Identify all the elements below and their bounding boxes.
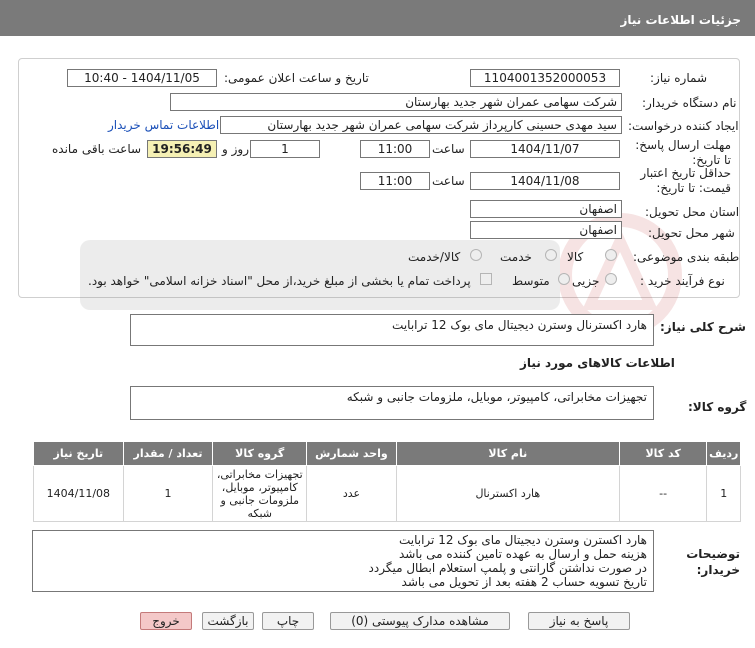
city-label: شهر محل تحویل: bbox=[648, 226, 735, 240]
days-label: روز و bbox=[222, 142, 249, 156]
attachments-button[interactable]: مشاهده مدارک پیوستی (0) bbox=[330, 612, 510, 630]
reply-deadline-label: مهلت ارسال پاسخ: تا تاریخ: bbox=[635, 138, 731, 167]
reply-time-label: ساعت bbox=[432, 142, 465, 156]
cell-name: هارد اکسترنال bbox=[395, 465, 620, 522]
process-type-label: نوع فرآیند خرید : bbox=[640, 274, 725, 288]
cell-code: -- bbox=[618, 465, 708, 522]
buyer-note-line: هارد اکسترن وسترن دیجیتال مای بوک 12 ترا… bbox=[398, 533, 647, 547]
cell-date: 1404/11/08 bbox=[33, 465, 124, 522]
category-goods-service-label: کالا/خدمت bbox=[408, 250, 461, 264]
buyer-org-field: شرکت سهامی عمران شهر جدید بهارستان bbox=[170, 93, 622, 111]
validity-time-label: ساعت bbox=[432, 174, 465, 188]
announce-date-field: 1404/11/05 - 10:40 bbox=[67, 69, 217, 87]
need-number-field: 1104001352000053 bbox=[470, 69, 620, 87]
col-name: نام کالا bbox=[395, 441, 620, 466]
page-header: جزئیات اطلاعات نیاز bbox=[0, 0, 755, 36]
goods-group-label: گروه کالا: bbox=[688, 400, 747, 414]
buyer-note-line: هزینه حمل و ارسال به عهده تامین کننده می… bbox=[398, 547, 647, 561]
summary-label: شرح کلی نیاز: bbox=[660, 320, 746, 334]
cell-qty: 1 bbox=[122, 465, 214, 522]
back-button[interactable]: بازگشت bbox=[202, 612, 254, 630]
exit-button[interactable]: خروج bbox=[140, 612, 192, 630]
cell-group: تجهیزات مخابراتی، کامپیوتر، موبایل، ملزو… bbox=[212, 465, 308, 522]
reply-time-field: 11:00 bbox=[360, 140, 430, 158]
creator-label: ایجاد کننده درخواست: bbox=[628, 119, 739, 133]
need-number-label: شماره نیاز: bbox=[650, 71, 707, 85]
page-title: جزئیات اطلاعات نیاز bbox=[620, 13, 741, 27]
process-medium-radio[interactable] bbox=[558, 273, 570, 285]
col-group: گروه کالا bbox=[212, 441, 308, 466]
remaining-time-field: 19:56:49 bbox=[147, 140, 217, 158]
reply-date-field: 1404/11/07 bbox=[470, 140, 620, 158]
process-minor-radio[interactable] bbox=[605, 273, 617, 285]
summary-textarea: هارد اکسترنال وسترن دیجیتال مای بوک 12 ت… bbox=[130, 314, 654, 346]
col-unit: واحد شمارش bbox=[306, 441, 397, 466]
goods-group-text: تجهیزات مخابراتی، کامپیوتر، موبایل، ملزو… bbox=[346, 390, 647, 404]
goods-table-header: ردیف کد کالا نام کالا واحد شمارش گروه کا… bbox=[33, 441, 741, 466]
category-goods-service-radio[interactable] bbox=[470, 249, 482, 261]
announce-date-label: تاریخ و ساعت اعلان عمومی: bbox=[224, 71, 369, 85]
days-field: 1 bbox=[250, 140, 320, 158]
cell-unit: عدد bbox=[306, 465, 397, 522]
validity-date-field: 1404/11/08 bbox=[470, 172, 620, 190]
treasury-payment-note: پرداخت تمام یا بخشی از مبلغ خرید،از محل … bbox=[88, 274, 471, 288]
buyer-note-line: در صورت نداشتن گارانتی و پلمپ استعلام اب… bbox=[368, 561, 647, 575]
city-field: اصفهان bbox=[470, 221, 622, 239]
price-validity-label: حداقل تاریخ اعتبار قیمت: تا تاریخ: bbox=[640, 166, 731, 195]
table-row: 1 -- هارد اکسترنال عدد تجهیزات مخابراتی،… bbox=[33, 465, 741, 522]
cell-row: 1 bbox=[706, 465, 741, 522]
category-label: طبقه بندی موضوعی: bbox=[633, 250, 740, 264]
reply-button[interactable]: پاسخ به نیاز bbox=[528, 612, 630, 630]
col-qty: تعداد / مقدار bbox=[122, 441, 214, 466]
goods-table: ردیف کد کالا نام کالا واحد شمارش گروه کا… bbox=[33, 441, 741, 522]
category-goods-label: کالا bbox=[567, 250, 584, 264]
buyer-org-label: نام دستگاه خریدار: bbox=[642, 96, 737, 110]
creator-field: سید مهدی حسینی کارپرداز شرکت سهامی عمران… bbox=[220, 116, 622, 134]
buyer-notes-label: توضیحات خریدار: bbox=[686, 547, 740, 577]
col-row: ردیف bbox=[706, 441, 741, 466]
province-label: استان محل تحویل: bbox=[645, 205, 740, 219]
buyer-contact-link[interactable]: اطلاعات تماس خریدار bbox=[108, 118, 219, 132]
category-goods-radio[interactable] bbox=[605, 249, 617, 261]
goods-info-title: اطلاعات کالاهای مورد نیاز bbox=[520, 356, 675, 370]
process-minor-label: جزیی bbox=[572, 274, 600, 288]
category-service-radio[interactable] bbox=[545, 249, 557, 261]
summary-text: هارد اکسترنال وسترن دیجیتال مای بوک 12 ت… bbox=[392, 318, 647, 332]
print-button[interactable]: چاپ bbox=[262, 612, 314, 630]
remaining-time-label: ساعت باقی مانده bbox=[52, 142, 142, 156]
category-service-label: خدمت bbox=[500, 250, 532, 264]
validity-time-field: 11:00 bbox=[360, 172, 430, 190]
process-medium-label: متوسط bbox=[512, 274, 550, 288]
buyer-note-line: تاریخ تسویه حساب 2 هفته بعد از تحویل می … bbox=[401, 575, 647, 589]
col-date: تاریخ نیاز bbox=[33, 441, 124, 466]
col-code: کد کالا bbox=[618, 441, 708, 466]
treasury-payment-checkbox[interactable] bbox=[480, 273, 492, 285]
province-field: اصفهان bbox=[470, 200, 622, 218]
goods-group-textarea: تجهیزات مخابراتی، کامپیوتر، موبایل، ملزو… bbox=[130, 386, 654, 420]
buyer-notes-textarea: هارد اکسترن وسترن دیجیتال مای بوک 12 ترا… bbox=[32, 530, 654, 592]
